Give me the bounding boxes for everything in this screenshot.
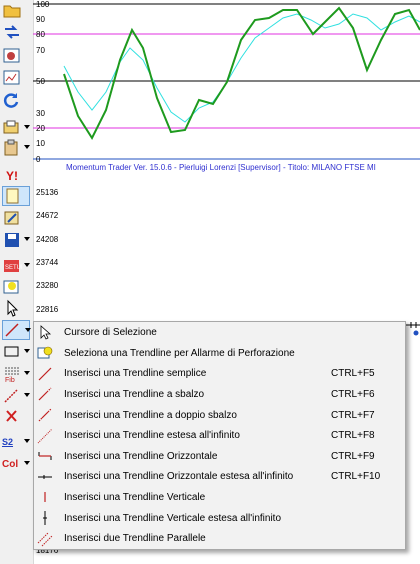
color-label: Col (2, 458, 19, 470)
trendline-context-menu: Cursore di Selezione Seleziona una Trend… (33, 321, 406, 550)
lightbulb-icon (37, 346, 53, 359)
menu-item-select-alarm-trendline[interactable]: Seleziona una Trendline per Allarme di P… (34, 343, 405, 364)
cursor-arrow-icon (7, 299, 19, 317)
print-setup-button[interactable] (2, 118, 30, 138)
oscillator-chart[interactable] (33, 0, 420, 160)
chart-window-button[interactable] (2, 68, 30, 88)
menu-item-infinite-vertical-trendline[interactable]: Inserisci una Trendline Verticale estesa… (34, 508, 405, 529)
setup-button[interactable]: SETUP (2, 256, 30, 276)
settings-window-button[interactable] (2, 46, 30, 66)
refresh-button[interactable] (2, 90, 30, 110)
pencil-icon (4, 211, 19, 225)
floppy-disk-icon (5, 233, 19, 247)
rectangle-tool-button[interactable] (2, 342, 30, 362)
osc-y-label: 100 (36, 0, 50, 9)
chevron-down-icon (24, 237, 30, 241)
open-folder-button[interactable] (2, 0, 30, 20)
osc-y-label: 30 (36, 109, 45, 118)
swap-button[interactable] (2, 22, 30, 42)
oscillator-line (63, 6, 420, 141)
trendline-tool-button[interactable] (2, 320, 31, 340)
trendline-icon (5, 323, 19, 337)
window-gear-icon (3, 48, 20, 63)
infinite-vertical-trendline-icon (43, 510, 47, 525)
print-setup-icon (3, 120, 19, 134)
parallel-trendlines-icon (37, 532, 53, 546)
note-icon (6, 188, 19, 204)
left-toolbar: Y! SETUP Fib S2 Col (0, 0, 34, 564)
edit-button[interactable] (2, 208, 30, 228)
series-label: S2 (2, 437, 14, 447)
menu-item-horizontal-trendline[interactable]: Inserisci una Trendline Orizzontale CTRL… (34, 446, 405, 467)
osc-y-label: 20 (36, 124, 45, 133)
alarm-button[interactable] (2, 277, 30, 297)
chevron-down-icon (24, 393, 30, 397)
open-folder-icon (3, 5, 21, 18)
osc-y-label: 50 (36, 77, 45, 86)
chevron-down-icon (24, 145, 30, 149)
infinite-trendline-icon (37, 428, 53, 443)
chart-window-icon (3, 70, 20, 85)
menu-item-selection-cursor[interactable]: Cursore di Selezione (34, 323, 405, 344)
menu-item-infinite-horizontal-trendline[interactable]: Inserisci una Trendline Orizzontale este… (34, 467, 405, 488)
chevron-down-icon (24, 461, 30, 465)
status-line: Momentum Trader Ver. 15.0.6 - Pierluigi … (66, 163, 376, 172)
chevron-down-icon (24, 371, 30, 375)
price-y-label: 24208 (36, 235, 59, 244)
rectangle-icon (4, 346, 19, 357)
menu-item-double-offset-trendline[interactable]: Inserisci una Trendline a doppio sbalzo … (34, 405, 405, 426)
double-offset-trendline-icon (38, 408, 52, 422)
swap-icon (5, 25, 19, 39)
osc-y-label: 0 (36, 155, 41, 164)
menu-item-vertical-trendline[interactable]: Inserisci una Trendline Verticale (34, 487, 405, 508)
refresh-icon (3, 93, 19, 108)
fibonacci-tool-button[interactable]: Fib (2, 364, 30, 384)
menu-item-parallel-trendlines[interactable]: Inserisci due Trendline Parallele (34, 529, 405, 550)
fibonacci-icon: Fib (5, 367, 19, 383)
color-button[interactable]: Col (2, 454, 30, 474)
price-y-label: 25136 (36, 188, 59, 197)
chevron-down-icon (24, 125, 30, 129)
infinite-horizontal-trendline-icon (38, 474, 52, 479)
menu-item-infinite-trendline[interactable]: Inserisci una Trendline estesa all'infin… (34, 426, 405, 447)
price-y-label: 23280 (36, 281, 59, 290)
menu-item-offset-trendline[interactable]: Inserisci una Trendline a sbalzo CTRL+F6 (34, 384, 405, 405)
lightbulb-icon (3, 280, 19, 294)
note-button[interactable] (2, 186, 30, 206)
save-button[interactable] (2, 230, 30, 250)
yahoo-button[interactable]: Y! (2, 165, 30, 185)
setup-icon: SETUP (4, 260, 22, 272)
menu-item-simple-trendline[interactable]: Inserisci una Trendline semplice CTRL+F5 (34, 364, 405, 385)
svg-text:Y!: Y! (6, 169, 18, 183)
paste-button[interactable] (2, 138, 30, 158)
channel-icon (4, 389, 18, 403)
chevron-down-icon (24, 439, 30, 443)
cursor-arrow-icon (40, 324, 52, 340)
clipboard-icon (4, 139, 18, 156)
svg-text:SETUP: SETUP (5, 265, 22, 271)
delete-button[interactable] (2, 406, 30, 426)
trendline-icon (38, 367, 52, 381)
horizontal-trendline-icon (38, 452, 52, 461)
osc-y-label: 90 (36, 15, 45, 24)
svg-text:Fib: Fib (5, 377, 15, 383)
price-y-label: 24672 (36, 211, 59, 220)
yahoo-icon: Y! (6, 169, 18, 183)
series-button[interactable]: S2 (2, 432, 30, 452)
chevron-down-icon (24, 263, 30, 267)
chevron-down-icon (25, 328, 31, 332)
channel-tool-button[interactable] (2, 386, 30, 406)
chevron-down-icon (24, 349, 30, 353)
selection-cursor-button[interactable] (2, 298, 30, 318)
osc-y-label: 70 (36, 46, 45, 55)
osc-y-label: 80 (36, 30, 45, 39)
price-y-label: 22816 (36, 305, 59, 314)
vertical-trendline-icon (44, 492, 46, 503)
osc-y-label: 10 (36, 139, 45, 148)
price-y-label: 23744 (36, 258, 59, 267)
close-icon (6, 410, 17, 422)
offset-trendline-icon (38, 387, 52, 401)
